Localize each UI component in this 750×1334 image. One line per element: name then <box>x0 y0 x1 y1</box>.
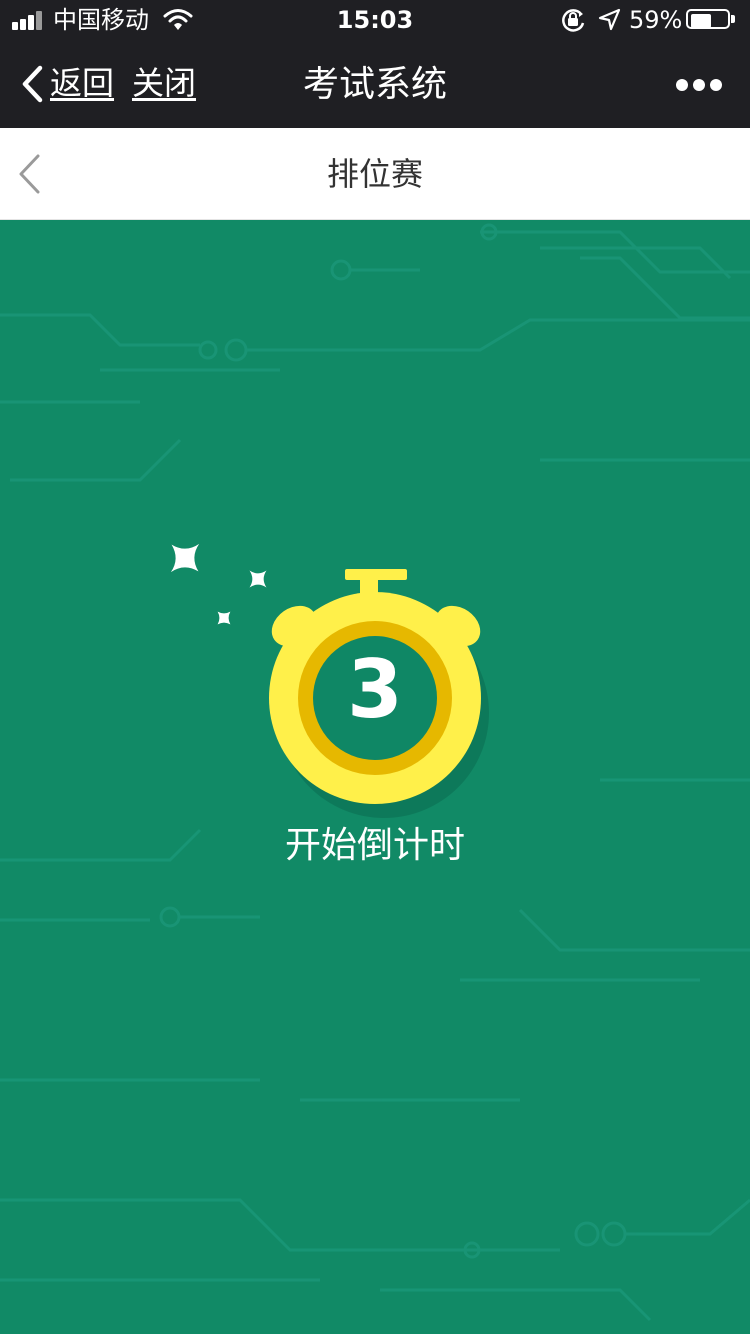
countdown-label: 开始倒计时 <box>284 825 465 866</box>
battery-percent: 59% <box>629 6 683 34</box>
back-button[interactable]: 返回 <box>50 63 114 103</box>
back-chevron-icon[interactable] <box>20 64 44 104</box>
countdown-number: 3 <box>347 643 403 736</box>
chevron-left-icon[interactable] <box>16 154 44 194</box>
wechat-nav-bar: 返回 关闭 考试系统 <box>0 40 750 128</box>
page-title: 排位赛 <box>326 155 423 193</box>
top-bar: 中国移动 15:03 59% 返回 关闭 考试系统 <box>0 0 750 128</box>
countdown-area: 3 开始倒计时 <box>0 220 750 1334</box>
screen: 中国移动 15:03 59% 返回 关闭 考试系统 排位赛 3 开始倒计时 <box>0 0 750 1334</box>
page-header: 排位赛 <box>0 128 750 220</box>
orientation-lock-icon <box>562 9 585 32</box>
more-dots-icon[interactable] <box>674 74 724 94</box>
close-button[interactable]: 关闭 <box>132 63 196 103</box>
location-icon <box>598 8 621 31</box>
status-bar: 中国移动 15:03 59% <box>0 0 750 40</box>
battery-icon <box>686 9 736 31</box>
